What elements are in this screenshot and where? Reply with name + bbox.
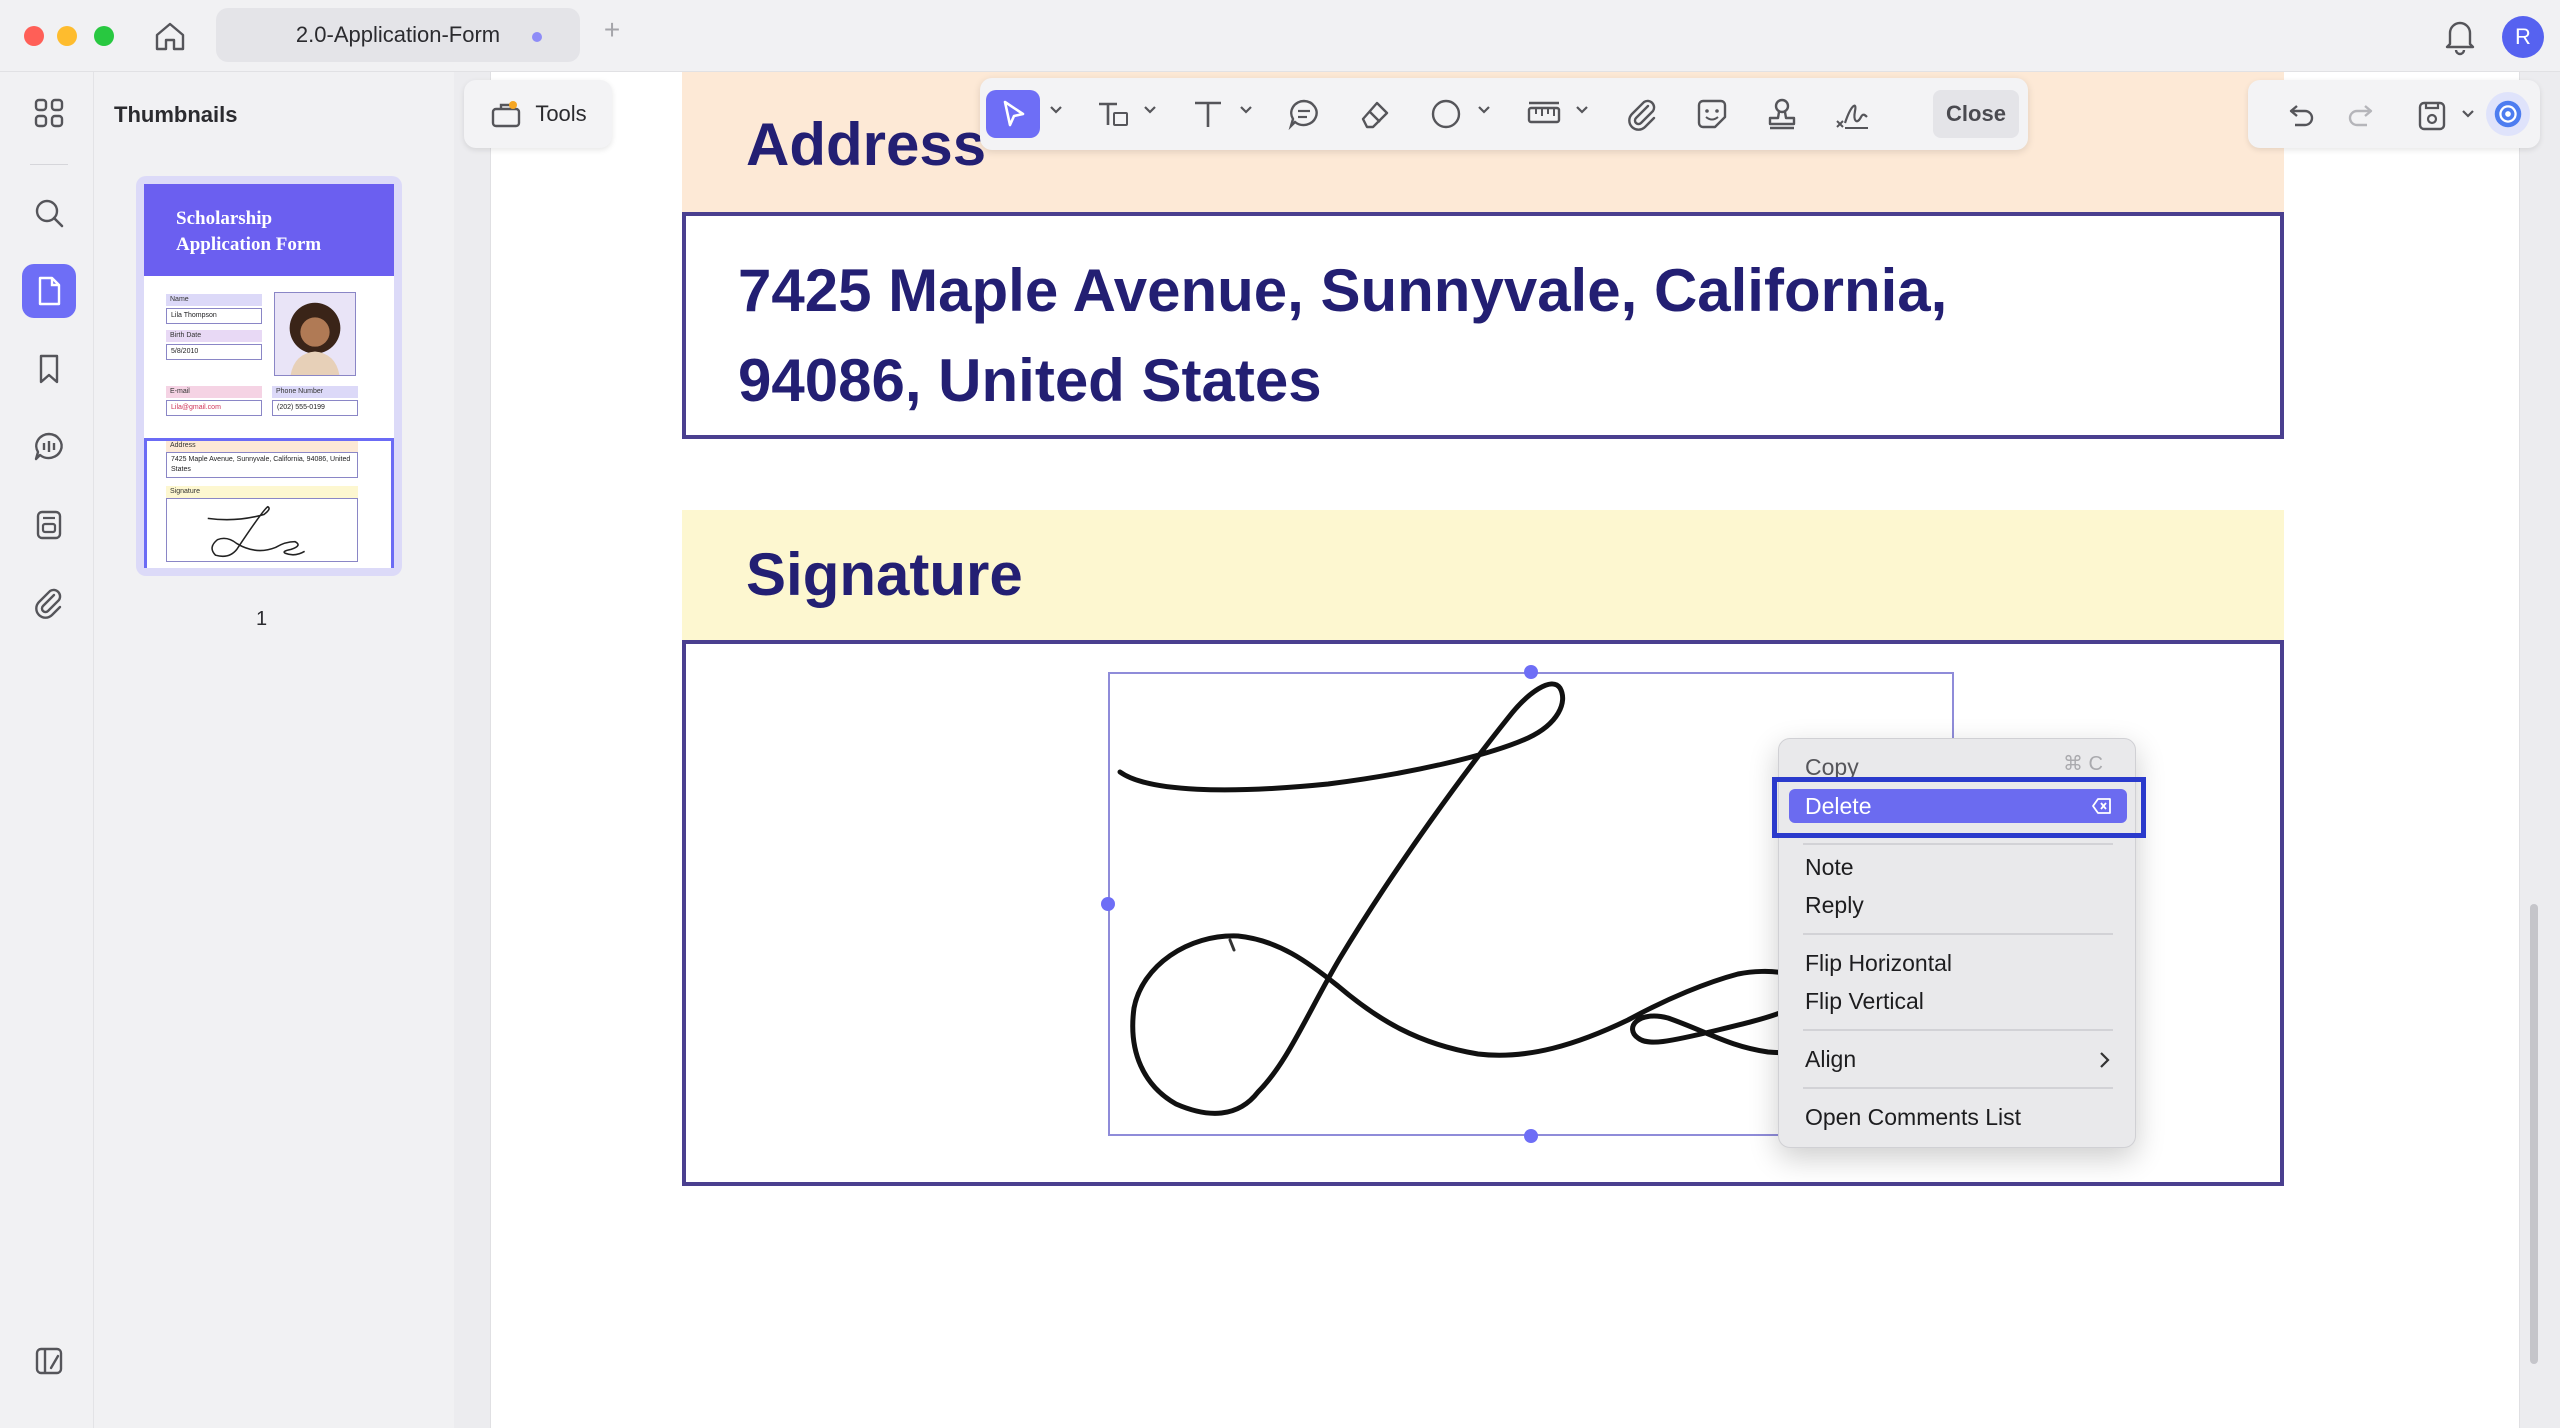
chevron-down-icon[interactable] (1474, 100, 1494, 120)
stamp-icon[interactable] (1758, 90, 1806, 138)
menu-separator (1803, 843, 2113, 845)
signature-heading: Signature (746, 541, 1023, 608)
thumbnail-label-birth: Birth Date (166, 330, 262, 342)
attachment-icon[interactable] (22, 576, 76, 630)
menu-separator (1803, 1029, 2113, 1031)
document-tab-title: 2.0-Application-Form (295, 22, 501, 47)
address-field[interactable]: 7425 Maple Avenue, Sunnyvale, California… (682, 212, 2284, 439)
tools-button[interactable]: Tools (464, 80, 612, 148)
form-icon[interactable] (22, 498, 76, 552)
thumbnail-label-email: E-mail (166, 386, 262, 398)
page-icon[interactable] (22, 264, 76, 318)
thumbnail-field-name: Lila Thompson (166, 308, 262, 324)
tools-label: Tools (535, 101, 587, 126)
app-window: 2.0-Application-Form + R Thumbnails Scho… (0, 0, 2560, 1428)
comment-icon[interactable] (1280, 90, 1328, 138)
vertical-scrollbar[interactable] (2530, 904, 2538, 1364)
chevron-down-icon[interactable] (1140, 100, 1160, 120)
chevron-down-icon[interactable] (2458, 104, 2478, 124)
thumbnail-label-name: Name (166, 294, 262, 306)
search-icon[interactable] (22, 186, 76, 240)
window-minimize-button[interactable] (57, 26, 77, 46)
thumbnail-header: Scholarship Application Form (144, 184, 394, 276)
menu-item-flip-vertical[interactable]: Flip Vertical (1805, 985, 1924, 1017)
bookmark-icon[interactable] (22, 342, 76, 396)
thumbnail-field-email: Lila@gmail.com (166, 400, 262, 416)
thumbnail-header-text: Scholarship Application Form (176, 208, 322, 255)
chevron-down-icon[interactable] (1236, 100, 1256, 120)
menu-item-reply[interactable]: Reply (1805, 889, 1864, 921)
text-box-icon[interactable] (1088, 90, 1136, 138)
window-close-button[interactable] (24, 26, 44, 46)
thumbnails-title: Thumbnails (114, 102, 238, 127)
chevron-down-icon[interactable] (1046, 100, 1066, 120)
chevron-down-icon[interactable] (1572, 100, 1592, 120)
new-tab-button[interactable]: + (600, 16, 624, 44)
panel-toggle-icon[interactable] (22, 1334, 76, 1388)
tool-rail (0, 72, 94, 1428)
home-icon[interactable] (152, 18, 188, 54)
redo-icon[interactable] (2342, 92, 2382, 140)
close-toolbar-button[interactable]: Close (1933, 90, 2019, 138)
rail-divider (30, 164, 68, 165)
save-icon[interactable] (2412, 92, 2452, 140)
menu-item-align[interactable]: Align (1805, 1043, 1856, 1075)
grid-icon[interactable] (22, 86, 76, 140)
document-page: Address 7425 Maple Avenue, Sunnyvale, Ca… (490, 72, 2520, 1428)
undo-icon[interactable] (2280, 92, 2320, 140)
document-tab[interactable]: 2.0-Application-Form (216, 8, 580, 62)
bell-icon[interactable] (2442, 16, 2478, 56)
eraser-icon[interactable] (1350, 90, 1398, 138)
comments-icon[interactable] (22, 420, 76, 474)
chevron-right-icon (2100, 1052, 2110, 1068)
thumbnail-photo (274, 292, 356, 376)
document-viewport: Address 7425 Maple Avenue, Sunnyvale, Ca… (454, 72, 2560, 1428)
thumbnail-label-phone: Phone Number (272, 386, 358, 398)
select-icon[interactable] (986, 90, 1040, 138)
thumbnail-field-birth: 5/8/2010 (166, 344, 262, 360)
resize-handle-left[interactable] (1101, 897, 1115, 911)
thumbnail-viewport-indicator (144, 438, 394, 568)
toolbox-icon (492, 101, 521, 128)
attach-icon[interactable] (1618, 90, 1666, 138)
address-heading: Address (746, 111, 987, 178)
unsaved-indicator (532, 32, 542, 42)
thumbnail-page-preview: Scholarship Application Form Name Lila T… (144, 184, 394, 568)
user-avatar[interactable]: R (2502, 16, 2544, 58)
annotation-toolbar: Close (980, 78, 2028, 150)
address-value: 7425 Maple Avenue, Sunnyvale, California… (738, 257, 1948, 414)
thumbnails-panel: Thumbnails Scholarship Application Form … (94, 72, 454, 1428)
copy-shortcut: ⌘ C (2063, 753, 2103, 775)
ai-assistant-icon[interactable] (2486, 92, 2530, 136)
menu-item-open-comments-list[interactable]: Open Comments List (1805, 1101, 2021, 1133)
window-zoom-button[interactable] (94, 26, 114, 46)
title-bar: 2.0-Application-Form + R (0, 0, 2560, 72)
thumbnail-field-phone: (202) 555-0199 (272, 400, 358, 416)
text-icon[interactable] (1184, 90, 1232, 138)
shape-icon[interactable] (1422, 90, 1470, 138)
menu-separator (1803, 933, 2113, 935)
highlight-frame (1772, 777, 2146, 838)
signature-section-header: Signature (682, 510, 2284, 640)
sticker-icon[interactable] (1688, 90, 1736, 138)
signature-icon[interactable] (1828, 90, 1876, 138)
history-toolbar (2248, 80, 2540, 148)
measure-icon[interactable] (1520, 90, 1568, 138)
resize-handle-top[interactable] (1524, 665, 1538, 679)
thumbnail-page-number: 1 (256, 608, 268, 630)
menu-separator (1803, 1087, 2113, 1089)
menu-item-flip-horizontal[interactable]: Flip Horizontal (1805, 947, 1952, 979)
menu-item-note[interactable]: Note (1805, 851, 1854, 883)
page-thumbnail[interactable]: Scholarship Application Form Name Lila T… (136, 176, 402, 576)
resize-handle-bottom[interactable] (1524, 1129, 1538, 1143)
